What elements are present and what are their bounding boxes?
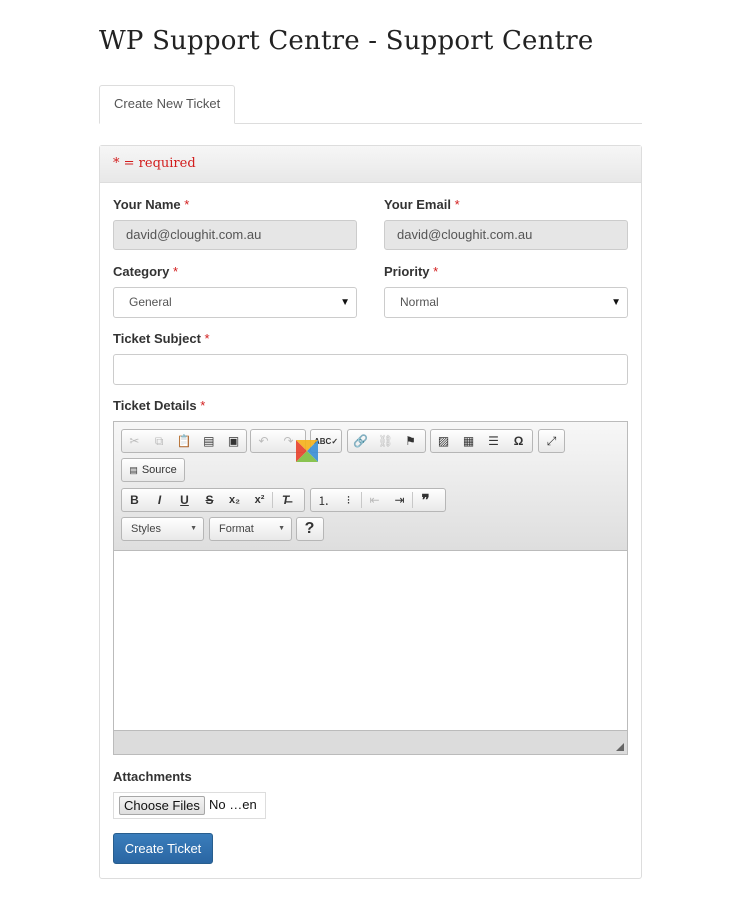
styles-dropdown[interactable]: Styles ▼	[121, 517, 204, 541]
blockquote-icon[interactable]: ❞	[413, 489, 438, 511]
remove-format-icon[interactable]: T̶	[273, 489, 298, 511]
page-title: WP Support Centre - Support Centre	[99, 26, 594, 56]
cut-icon[interactable]: ✂	[122, 430, 147, 452]
special-character-icon[interactable]: Ω	[506, 430, 531, 452]
source-button[interactable]: ▤ Source	[122, 459, 184, 481]
link-icon[interactable]: 🔗	[348, 430, 373, 452]
image-icon[interactable]: ▨	[431, 430, 456, 452]
anchor-flag-icon[interactable]: ⚑	[398, 430, 423, 452]
your-name-field[interactable]: david@cloughit.com.au	[113, 220, 357, 250]
required-marker: *	[433, 264, 439, 279]
paste-word-icon[interactable]: ▣	[221, 430, 246, 452]
attachments-label: Attachments	[113, 769, 192, 784]
editor-content-area[interactable]	[114, 551, 627, 731]
chevron-down-icon: ▼	[190, 525, 197, 532]
maximize-group: ⤢	[538, 429, 565, 453]
unlink-icon[interactable]: ⛓	[373, 430, 398, 452]
source-icon: ▤	[129, 464, 138, 475]
paste-icon[interactable]: 📋	[172, 430, 197, 452]
basic-styles-group: B I U S x₂ x² T̶	[121, 488, 305, 512]
help-icon[interactable]: ?	[297, 518, 322, 540]
category-label: Category *	[113, 264, 179, 279]
format-dropdown[interactable]: Format ▼	[209, 517, 292, 541]
numbered-list-icon[interactable]: ⒈	[311, 489, 336, 511]
rich-text-editor: ✂ ⧉ 📋 ▤ ▣ ↶ ↷ ABC ✓ 🔗 ⛓ ⚑ ▨ ▦ ☰ Ω ⤢ ▤ So…	[113, 421, 628, 755]
priority-label: Priority *	[384, 264, 439, 279]
your-name-label: Your Name *	[113, 197, 190, 212]
choose-files-button[interactable]: Choose Files	[119, 796, 205, 815]
resize-handle-icon[interactable]	[616, 743, 624, 751]
increase-indent-icon[interactable]: ⇥	[387, 489, 412, 511]
undo-icon[interactable]: ↶	[251, 430, 276, 452]
category-selected-value: General	[129, 295, 172, 309]
watermark-logo	[296, 440, 318, 462]
subscript-icon[interactable]: x₂	[222, 489, 247, 511]
format-label: Format	[219, 523, 254, 535]
link-group: 🔗 ⛓ ⚑	[347, 429, 426, 453]
paragraph-group: ⒈ ⁝ ⇤ ⇥ ❞	[310, 488, 446, 512]
ticket-subject-input[interactable]	[113, 354, 628, 385]
insert-group: ▨ ▦ ☰ Ω	[430, 429, 533, 453]
ticket-subject-label: Ticket Subject *	[113, 331, 210, 346]
clipboard-group: ✂ ⧉ 📋 ▤ ▣	[121, 429, 247, 453]
superscript-icon[interactable]: x²	[247, 489, 272, 511]
editor-toolbar: ✂ ⧉ 📋 ▤ ▣ ↶ ↷ ABC ✓ 🔗 ⛓ ⚑ ▨ ▦ ☰ Ω ⤢ ▤ So…	[114, 422, 627, 551]
required-marker: *	[184, 197, 190, 212]
your-email-label: Your Email *	[384, 197, 460, 212]
required-marker: *	[200, 398, 206, 413]
source-group: ▤ Source	[121, 458, 185, 482]
required-marker: *	[204, 331, 210, 346]
italic-icon[interactable]: I	[147, 489, 172, 511]
strikethrough-icon[interactable]: S	[197, 489, 222, 511]
paste-text-icon[interactable]: ▤	[196, 430, 221, 452]
priority-select[interactable]: Normal ▼	[384, 287, 628, 318]
dropdown-arrow-icon: ▼	[340, 297, 350, 308]
category-select[interactable]: General ▼	[113, 287, 357, 318]
file-status: No …en	[209, 797, 257, 812]
help-group: ?	[296, 517, 324, 541]
bulleted-list-icon[interactable]: ⁝	[336, 489, 361, 511]
dropdown-arrow-icon: ▼	[611, 297, 621, 308]
styles-label: Styles	[131, 523, 161, 535]
editor-status-bar	[114, 730, 627, 754]
bold-icon[interactable]: B	[122, 489, 147, 511]
watermark-emblem-icon	[296, 440, 318, 462]
required-notice: * = required	[100, 146, 641, 183]
decrease-indent-icon[interactable]: ⇤	[362, 489, 387, 511]
underline-icon[interactable]: U	[172, 489, 197, 511]
required-marker: *	[172, 264, 179, 279]
create-ticket-button[interactable]: Create Ticket	[113, 833, 213, 864]
copy-icon[interactable]: ⧉	[147, 430, 172, 452]
required-marker: *	[454, 197, 460, 212]
tab-create-new-ticket[interactable]: Create New Ticket	[99, 85, 236, 124]
horizontal-line-icon[interactable]: ☰	[481, 430, 506, 452]
chevron-down-icon: ▼	[278, 525, 285, 532]
help-label: ?	[304, 520, 315, 537]
source-label: Source	[141, 464, 177, 476]
priority-selected-value: Normal	[400, 295, 439, 309]
maximize-icon[interactable]: ⤢	[539, 430, 564, 452]
ticket-details-label: Ticket Details *	[113, 398, 206, 413]
file-input[interactable]: Choose Files No …en	[113, 792, 266, 819]
table-icon[interactable]: ▦	[456, 430, 481, 452]
tab-bar: Create New Ticket	[99, 85, 642, 124]
your-email-field[interactable]: david@cloughit.com.au	[384, 220, 628, 250]
